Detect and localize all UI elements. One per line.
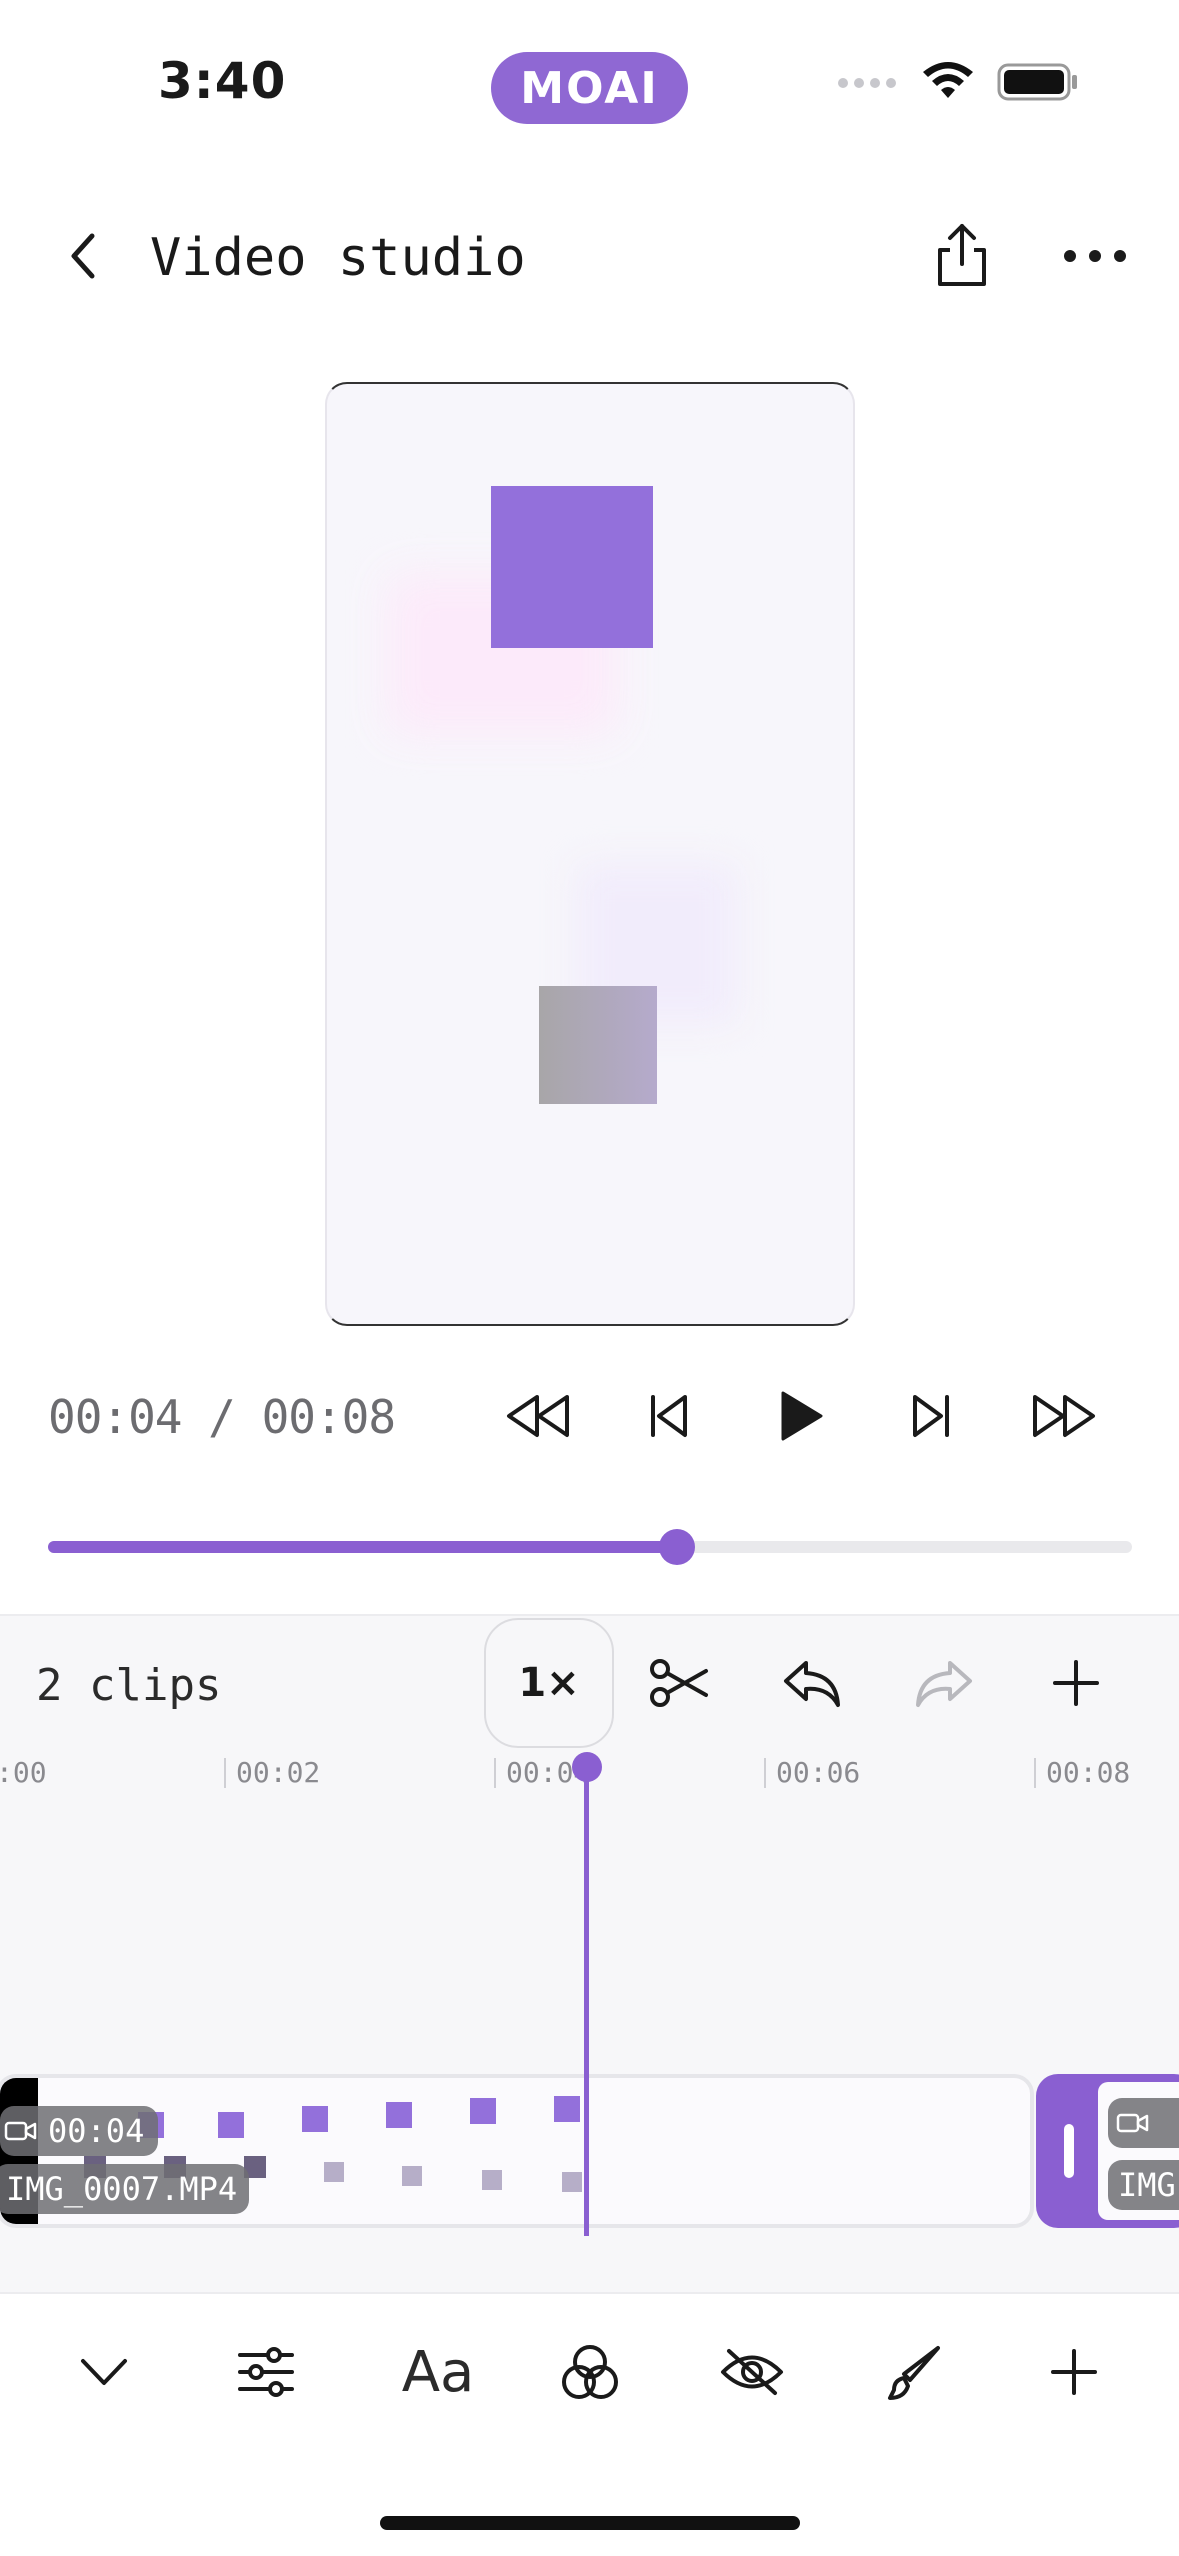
more-horizontal-icon	[1064, 250, 1126, 262]
clip-frame-square	[482, 2170, 502, 2190]
signal-icon	[837, 75, 899, 94]
redo-button[interactable]	[906, 1648, 982, 1718]
video-camera-icon	[4, 2121, 37, 2141]
ruler-tick	[224, 1758, 226, 1788]
home-indicator[interactable]	[380, 2516, 800, 2530]
preview-shape-gray	[539, 986, 657, 1104]
collapse-button[interactable]	[64, 2332, 144, 2412]
clip-frame-square	[302, 2106, 328, 2132]
clip-name: IMG_0007.MP4	[6, 2170, 238, 2208]
rewind-icon	[507, 1395, 569, 1437]
color-filter-icon	[562, 2345, 618, 2399]
chevron-left-icon	[71, 233, 95, 279]
plus-icon	[1051, 2349, 1097, 2395]
clip-1[interactable]: 00:04 IMG_0007.MP4	[0, 2074, 1034, 2228]
split-button[interactable]	[642, 1648, 718, 1718]
page-title: Video studio	[150, 228, 526, 288]
back-button[interactable]	[56, 226, 116, 286]
add-button[interactable]	[1038, 1648, 1114, 1718]
clip-frame-square	[470, 2098, 496, 2124]
current-time: 00:04	[48, 1390, 182, 1444]
duration: 00:08	[261, 1390, 396, 1444]
scissors-icon	[650, 1659, 708, 1707]
status-icons	[837, 62, 1079, 106]
clip-frame-square	[324, 2162, 344, 2182]
sliders-icon	[238, 2347, 294, 2397]
adjust-button[interactable]	[226, 2332, 306, 2412]
clip-2-name: IMG	[1118, 2166, 1176, 2204]
wifi-icon	[921, 62, 975, 106]
clip-duration-badge: 00:04	[0, 2106, 159, 2156]
clip-2[interactable]: IMG	[1036, 2074, 1179, 2228]
fast-forward-icon	[1033, 1395, 1095, 1437]
share-icon	[938, 224, 986, 286]
progress-slider[interactable]	[48, 1529, 1132, 1565]
chevron-down-icon	[81, 2359, 127, 2385]
skip-back-button[interactable]	[628, 1384, 708, 1448]
clip-frame-square	[554, 2096, 580, 2122]
ruler-tick	[764, 1758, 766, 1788]
more-button[interactable]	[1060, 236, 1130, 276]
clip-2-name-badge: IMG	[1108, 2160, 1179, 2210]
text-button[interactable]: Aa	[388, 2332, 488, 2412]
add-element-button[interactable]	[1034, 2332, 1114, 2412]
plus-icon	[1053, 1660, 1099, 1706]
skip-back-icon	[651, 1395, 687, 1437]
video-preview[interactable]	[325, 382, 855, 1326]
video-camera-icon	[1116, 2113, 1149, 2133]
clip-trim-handle[interactable]	[1064, 2124, 1074, 2178]
text-icon: Aa	[401, 2339, 475, 2405]
clip-name-badge: IMG_0007.MP4	[0, 2164, 250, 2214]
ruler-label: 00:06	[776, 1756, 861, 1789]
clip-frame-square	[218, 2112, 244, 2138]
preview-shape-purple	[491, 486, 653, 648]
clip-duration: 00:04	[48, 2112, 145, 2150]
ruler-tick	[494, 1758, 496, 1788]
share-button[interactable]	[930, 220, 994, 292]
filters-button[interactable]	[550, 2332, 630, 2412]
header: Video studio	[0, 200, 1179, 320]
timeline-panel: 2 clips 1× :00 00:02 00:04 00:06 00:08 0…	[0, 1614, 1179, 2294]
speed-button[interactable]: 1×	[484, 1618, 614, 1748]
draw-button[interactable]	[874, 2332, 954, 2412]
playhead[interactable]	[584, 1766, 589, 2236]
eye-off-icon	[721, 2349, 783, 2395]
fast-forward-button[interactable]	[1024, 1384, 1104, 1448]
status-time: 3:40	[158, 52, 287, 110]
ruler-tick	[1034, 1758, 1036, 1788]
clip-2-duration-badge	[1108, 2098, 1179, 2148]
rewind-button[interactable]	[498, 1384, 578, 1448]
status-bar: 3:40 MOAI	[0, 0, 1179, 170]
app-pill: MOAI	[491, 52, 688, 124]
ruler-label: :00	[0, 1756, 47, 1789]
ruler-label: 00:08	[1046, 1756, 1131, 1789]
brush-icon	[888, 2346, 940, 2400]
progress-knob[interactable]	[658, 1529, 695, 1565]
time-separator: /	[181, 1390, 262, 1444]
playhead-handle[interactable]	[572, 1752, 602, 1782]
undo-icon	[784, 1661, 840, 1707]
redo-icon	[916, 1661, 972, 1707]
time-readout: 00:04 / 00:08	[48, 1390, 396, 1444]
visibility-button[interactable]	[712, 2332, 792, 2412]
clip-frame-square	[386, 2102, 412, 2128]
skip-forward-icon	[913, 1395, 949, 1437]
ruler-label: 00:02	[236, 1756, 321, 1789]
play-icon	[781, 1391, 823, 1441]
clip-frame-square	[402, 2166, 422, 2186]
clip-frame-square	[562, 2172, 582, 2192]
skip-forward-button[interactable]	[892, 1384, 972, 1448]
battery-icon	[997, 62, 1079, 106]
bottom-toolbar: Aa	[0, 2296, 1179, 2456]
undo-button[interactable]	[774, 1648, 850, 1718]
clips-count: 2 clips	[36, 1660, 222, 1711]
progress-fill	[48, 1541, 677, 1553]
play-button[interactable]	[760, 1384, 840, 1448]
